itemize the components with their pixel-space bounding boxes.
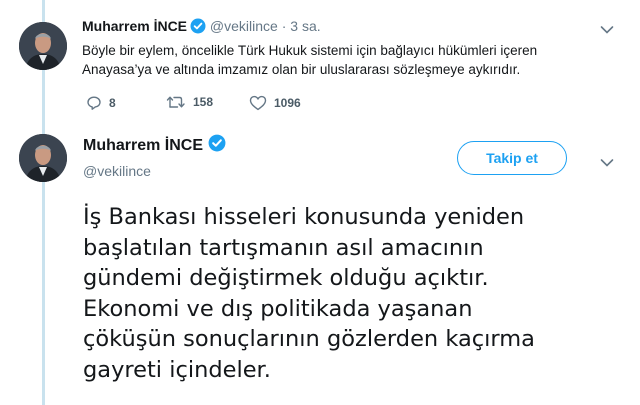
follow-button[interactable]: Takip et <box>457 141 567 175</box>
chevron-down-icon[interactable] <box>600 155 614 173</box>
avatar[interactable] <box>19 22 67 70</box>
like-button[interactable]: 1096 <box>249 95 301 111</box>
verified-badge-icon <box>190 18 206 38</box>
timestamp[interactable]: 3 sa. <box>290 18 320 34</box>
verified-badge-icon <box>208 134 226 157</box>
author-name-text: Muharrem İNCE <box>83 137 204 154</box>
author-handle[interactable]: @vekilince <box>210 18 278 34</box>
avatar[interactable] <box>19 134 67 182</box>
retweet-count: 158 <box>193 95 214 109</box>
tweet-text-line: İş Bankası hisseleri konusunda yeniden <box>83 204 525 230</box>
reply-count: 8 <box>109 96 116 110</box>
tweet-text: Böyle bir eylem, öncelikle Türk Hukuk si… <box>82 41 602 79</box>
tweet-text-line: başlatılan tartışmanın asıl amacının <box>83 234 484 261</box>
tweet-text-line: gündemi değiştirmek olduğu açıktır. <box>83 265 489 291</box>
tweet-text-line: çöküşün sonuçlarının gözlerden kaçırma <box>83 326 535 352</box>
like-icon <box>249 95 267 111</box>
tweet-text-line: Ekonomi ve dış politikada yaşanan <box>83 295 473 322</box>
tweet-text-line: Böyle bir eylem, öncelikle Türk Hukuk si… <box>82 43 538 58</box>
tweet-text-line: Anayasa’ya ve altında imzamız olan bir u… <box>82 62 521 77</box>
retweet-button[interactable]: 158 <box>166 95 213 109</box>
retweet-icon <box>166 96 185 108</box>
reply-button[interactable]: 8 <box>86 95 116 111</box>
author-name[interactable]: Muharrem İNCE <box>83 134 226 157</box>
reply-icon <box>87 96 101 110</box>
author-handle[interactable]: @vekilince <box>83 163 151 179</box>
author-name[interactable]: Muharrem İNCE <box>82 18 187 34</box>
separator: · <box>281 18 287 34</box>
tweet-text-line: gayreti içindeler. <box>83 356 271 383</box>
tweet-text: İş Bankası hisseleri konusunda yeniden b… <box>83 202 623 385</box>
chevron-down-icon[interactable] <box>600 22 614 40</box>
like-count: 1096 <box>274 96 301 110</box>
tweet-header: Muharrem İNCE @vekilince · 3 sa. <box>82 17 321 38</box>
